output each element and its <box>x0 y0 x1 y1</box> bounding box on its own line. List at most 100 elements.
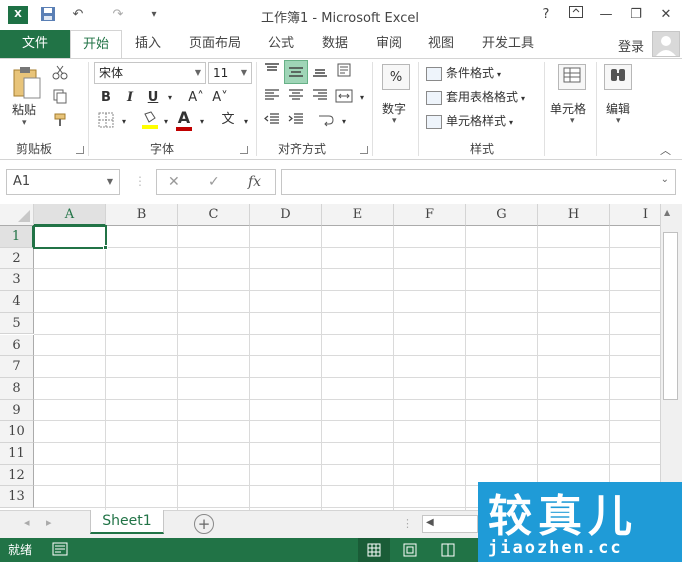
phonetic-guide-icon[interactable]: 文 <box>218 110 238 130</box>
column-header-i[interactable]: I <box>610 204 660 226</box>
vertical-scroll-thumb[interactable] <box>663 232 678 400</box>
cell-styles-button[interactable]: 单元格样式 ▾ <box>426 112 513 129</box>
column-header-e[interactable]: E <box>322 204 394 226</box>
undo-icon[interactable]: ↶ <box>68 6 88 24</box>
sheet-tab[interactable]: Sheet1 <box>90 510 164 534</box>
chevron-down-icon[interactable]: ▾ <box>352 88 372 108</box>
column-header-b[interactable]: B <box>106 204 178 226</box>
ribbon-display-options-icon[interactable] <box>564 5 588 25</box>
font-color-icon[interactable]: A <box>174 108 194 132</box>
chevron-down-icon[interactable]: ▾ <box>192 112 212 132</box>
select-all-corner[interactable] <box>0 204 34 226</box>
row-header-13[interactable]: 13 <box>0 486 34 509</box>
merge-center-icon[interactable] <box>334 88 354 108</box>
normal-view-button[interactable] <box>358 538 390 562</box>
row-header-11[interactable]: 11 <box>0 443 34 465</box>
close-button[interactable]: ✕ <box>654 5 678 25</box>
borders-icon[interactable] <box>96 112 116 132</box>
copy-icon[interactable] <box>50 88 70 108</box>
tab-review[interactable]: 审阅 <box>376 30 402 58</box>
page-break-view-icon[interactable] <box>440 542 456 561</box>
decrease-indent-icon[interactable] <box>262 112 282 132</box>
row-header-4[interactable]: 4 <box>0 291 34 313</box>
enter-icon[interactable]: ✓ <box>208 174 220 190</box>
collapse-ribbon-icon[interactable]: ︿ <box>660 142 671 158</box>
save-icon[interactable] <box>38 6 58 24</box>
align-center-icon[interactable] <box>286 88 306 108</box>
align-right-icon[interactable] <box>310 88 330 108</box>
minimize-button[interactable]: — <box>594 5 618 25</box>
chevron-down-icon[interactable]: ▾ <box>616 116 621 126</box>
font-size-combobox[interactable]: 11 ▼ <box>208 62 252 84</box>
next-sheet-icon[interactable]: ▸ <box>46 516 52 529</box>
percent-icon[interactable]: % <box>382 64 410 90</box>
row-header-8[interactable]: 8 <box>0 377 34 400</box>
fill-handle[interactable] <box>103 244 108 250</box>
row-header-5[interactable]: 5 <box>0 312 34 335</box>
cells-button[interactable]: 单元格 <box>550 100 586 117</box>
align-left-icon[interactable] <box>262 88 282 108</box>
tab-formulas[interactable]: 公式 <box>268 30 294 58</box>
chevron-down-icon[interactable]: ▾ <box>334 112 354 132</box>
scroll-left-icon[interactable]: ◀ <box>426 517 434 528</box>
tab-home[interactable]: 开始 <box>70 30 122 58</box>
number-format-button[interactable]: 数字 <box>382 100 406 117</box>
tab-insert[interactable]: 插入 <box>135 30 161 58</box>
scroll-up-icon[interactable]: ▲ <box>664 208 670 217</box>
chevron-down-icon[interactable]: ▾ <box>236 112 256 132</box>
row-header-10[interactable]: 10 <box>0 421 34 443</box>
chevron-down-icon[interactable]: ▾ <box>570 116 575 126</box>
tab-split-grip-icon[interactable]: ⋮ <box>402 517 413 530</box>
worksheet-grid[interactable]: A B C D E F G H I 1 2 3 4 5 6 7 8 9 10 11 12 13 <box>0 204 660 510</box>
clipboard-launcher-icon[interactable] <box>76 146 84 154</box>
row-header-9[interactable]: 9 <box>0 399 34 422</box>
bold-button[interactable]: B <box>96 88 116 108</box>
font-name-combobox[interactable]: 宋体 ▼ <box>94 62 206 84</box>
find-icon[interactable] <box>604 64 632 90</box>
chevron-down-icon[interactable]: ▾ <box>160 88 180 108</box>
chevron-down-icon[interactable]: ▾ <box>156 112 176 132</box>
grow-font-button[interactable]: A˄ <box>186 88 206 108</box>
insert-function-button[interactable]: fx <box>248 174 261 190</box>
column-header-f[interactable]: F <box>394 204 466 226</box>
align-bottom-icon[interactable] <box>310 62 330 82</box>
restore-button[interactable]: ❐ <box>624 5 648 25</box>
row-header-2[interactable]: 2 <box>0 247 34 270</box>
help-button[interactable]: ? <box>534 5 558 25</box>
name-box[interactable]: A1 ▼ <box>6 169 120 195</box>
redo-icon[interactable]: ↷ <box>108 6 128 24</box>
format-as-table-button[interactable]: 套用表格格式 ▾ <box>426 88 525 105</box>
page-layout-view-icon[interactable] <box>402 542 418 561</box>
cancel-icon[interactable]: ✕ <box>168 174 180 190</box>
column-header-d[interactable]: D <box>250 204 322 226</box>
paste-icon[interactable] <box>10 64 44 100</box>
formula-input[interactable]: ⌄ <box>281 169 676 195</box>
customize-quick-access-icon[interactable]: ▾ <box>144 6 164 24</box>
row-header-1[interactable]: 1 <box>0 226 34 248</box>
conditional-formatting-button[interactable]: 条件格式 ▾ <box>426 64 501 81</box>
avatar[interactable] <box>652 31 680 57</box>
paste-button[interactable]: 粘贴 <box>12 101 36 118</box>
increase-indent-icon[interactable] <box>286 112 306 132</box>
row-header-12[interactable]: 12 <box>0 464 34 487</box>
wrap-text-icon[interactable] <box>316 112 336 132</box>
font-launcher-icon[interactable] <box>240 146 248 154</box>
cut-icon[interactable] <box>50 64 70 84</box>
column-header-h[interactable]: H <box>538 204 610 226</box>
chevron-down-icon[interactable]: ▾ <box>114 112 134 132</box>
row-header-6[interactable]: 6 <box>0 334 34 357</box>
active-cell[interactable] <box>33 225 107 249</box>
row-header-7[interactable]: 7 <box>0 356 34 378</box>
format-painter-icon[interactable] <box>50 112 70 132</box>
horizontal-scrollbar[interactable]: ◀ <box>422 515 478 533</box>
column-header-a[interactable]: A <box>34 204 106 226</box>
paste-dropdown-icon[interactable]: ▾ <box>22 118 27 128</box>
tab-data[interactable]: 数据 <box>322 30 348 58</box>
align-top-icon[interactable] <box>262 62 282 82</box>
row-header-3[interactable]: 3 <box>0 269 34 292</box>
tab-file[interactable]: 文件 <box>0 30 70 58</box>
cells-icon[interactable] <box>558 64 586 90</box>
prev-sheet-icon[interactable]: ◂ <box>24 516 30 529</box>
chevron-down-icon[interactable]: ▾ <box>392 116 397 126</box>
login-link[interactable]: 登录 <box>618 36 644 55</box>
